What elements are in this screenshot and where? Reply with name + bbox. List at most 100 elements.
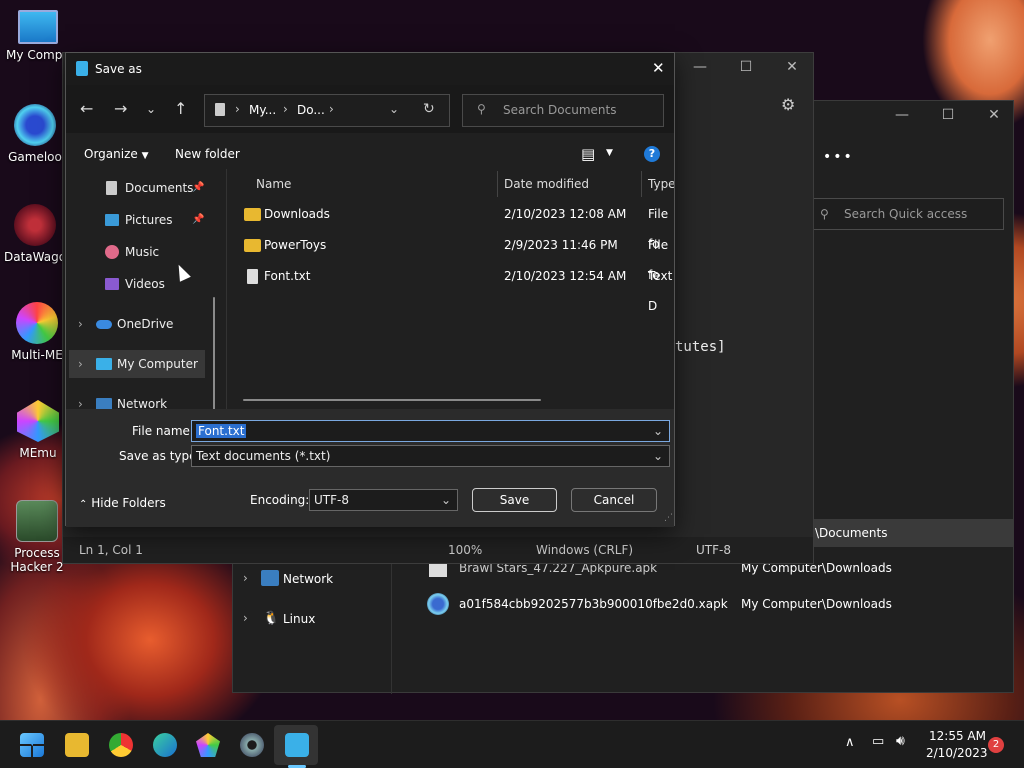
save-as-dialog[interactable]: Save as ✕ ← → ⌄ ↑ › My... › Do... › ⌄ ↻ … <box>65 52 675 527</box>
tree-item-network[interactable]: Network <box>283 572 333 586</box>
minimize-button[interactable]: — <box>677 59 723 75</box>
close-icon[interactable]: ✕ <box>652 59 665 77</box>
table-row[interactable]: PowerToys 2/9/2023 11:46 PM File fo <box>226 230 674 282</box>
recent-chevron-icon[interactable]: ⌄ <box>146 102 156 116</box>
more-options-button[interactable]: ••• <box>823 149 854 165</box>
tree-scrollbar[interactable] <box>213 297 215 409</box>
file-name-field[interactable]: Font.txt ⌄ <box>191 420 670 442</box>
column-divider[interactable] <box>641 171 642 197</box>
hide-folders-button[interactable]: ⌃ Hide Folders <box>79 496 166 510</box>
desktop-icon-gameloop[interactable]: Gameloo <box>0 104 70 164</box>
new-folder-button[interactable]: New folder <box>175 147 240 161</box>
process-hacker-icon <box>16 500 58 542</box>
breadcrumb-item[interactable]: My... <box>249 103 276 117</box>
chevron-down-icon[interactable]: ⌄ <box>653 421 663 441</box>
tree-item-label: My Computer <box>117 357 198 371</box>
gear-icon[interactable]: ⚙ <box>781 95 795 114</box>
memu-taskbar-icon[interactable] <box>196 733 220 757</box>
navigation-tree: Documents 📌 Pictures 📌 Music Videos › On… <box>66 169 221 409</box>
file-date: 2/10/2023 12:54 AM <box>504 269 627 283</box>
tree-item-label: Videos <box>125 277 165 291</box>
column-divider[interactable] <box>497 171 498 197</box>
save-type-label: Save as type: <box>119 449 201 463</box>
save-type-select[interactable]: Text documents (*.txt) ⌄ <box>191 445 670 467</box>
gameloop-icon <box>14 104 56 146</box>
cloud-icon <box>96 320 112 329</box>
edge-icon[interactable] <box>153 733 177 757</box>
file-location: \Documents <box>815 526 888 540</box>
tree-item-documents[interactable]: Documents 📌 <box>66 174 206 202</box>
search-placeholder: Search Quick access <box>844 207 968 221</box>
quick-access-search-input[interactable]: ⚲ Search Quick access <box>811 198 1004 230</box>
help-icon[interactable]: ? <box>644 146 660 162</box>
dialog-toolbar: Organize ▼ New folder ▤ ▼ ? <box>66 139 674 169</box>
search-input[interactable]: ⚲ Search Documents <box>462 94 664 127</box>
maximize-button[interactable]: ☐ <box>723 59 769 75</box>
start-icon[interactable] <box>20 733 44 757</box>
column-header-date[interactable]: Date modified <box>504 170 589 198</box>
file-explorer-icon[interactable] <box>65 733 89 757</box>
tree-item-music[interactable]: Music <box>66 238 206 266</box>
clock-time[interactable]: 12:55 AM <box>929 729 986 743</box>
volume-icon[interactable]: 🔊︎ <box>896 733 905 749</box>
forward-arrow-icon[interactable]: → <box>114 99 127 118</box>
monitor-icon <box>96 358 112 370</box>
close-button[interactable]: ✕ <box>769 59 815 75</box>
expand-chevron-icon[interactable]: › <box>243 571 248 585</box>
dialog-bottom-panel: File name: Font.txt ⌄ Save as type: Text… <box>66 409 674 527</box>
cancel-button[interactable]: Cancel <box>571 488 657 512</box>
minimize-button[interactable]: — <box>879 107 925 123</box>
organize-button[interactable]: Organize ▼ <box>84 147 149 161</box>
resize-grip-icon[interactable]: ⋰ <box>664 513 673 523</box>
column-header-name[interactable]: Name <box>256 170 291 198</box>
caret-down-icon[interactable]: ▼ <box>606 148 613 158</box>
file-name-label: File name: <box>132 424 194 438</box>
organize-label: Organize <box>84 147 138 161</box>
maximize-button[interactable]: ☐ <box>925 107 971 123</box>
breadcrumb-separator-icon: › <box>329 102 334 116</box>
expand-chevron-icon[interactable]: › <box>78 350 83 378</box>
chevron-down-icon[interactable]: ⌄ <box>441 490 451 510</box>
tree-item-linux[interactable]: Linux <box>283 612 315 626</box>
column-header-type[interactable]: Type <box>648 170 674 198</box>
back-arrow-icon[interactable]: ← <box>80 99 93 118</box>
gear-icon[interactable] <box>240 733 264 757</box>
chevron-down-icon[interactable]: ⌄ <box>389 102 399 116</box>
chevron-up-icon[interactable]: ∧ <box>845 735 855 750</box>
up-arrow-icon[interactable]: ↑ <box>174 99 187 118</box>
refresh-icon[interactable]: ↻ <box>423 101 435 117</box>
encoding-select[interactable]: UTF-8 ⌄ <box>309 489 458 511</box>
file-type: Text D <box>648 269 673 313</box>
clock-date[interactable]: 2/10/2023 <box>926 746 988 760</box>
table-row[interactable]: Downloads 2/10/2023 12:08 AM File fo <box>226 199 674 251</box>
tree-item-network[interactable]: › Network <box>66 390 206 409</box>
tree-item-onedrive[interactable]: › OneDrive <box>66 310 206 338</box>
desktop-icon-datawagon[interactable]: DataWago <box>0 204 70 264</box>
notepad-taskbar-icon[interactable] <box>285 733 309 757</box>
tree-item-my-computer[interactable]: › My Computer <box>69 350 205 378</box>
notification-badge[interactable]: 2 <box>988 737 1004 753</box>
view-options-icon[interactable]: ▤ <box>581 145 595 163</box>
table-row[interactable]: Font.txt 2/10/2023 12:54 AM Text D <box>226 261 674 313</box>
file-name[interactable]: a01f584cbb9202577b3b900010fbe2d0.xapk <box>459 597 728 611</box>
file-list: ^ Name Date modified Type Downloads 2/10… <box>226 169 674 409</box>
chevron-down-icon[interactable]: ⌄ <box>653 446 663 466</box>
music-icon <box>105 245 119 259</box>
zoom-level: 100% <box>448 543 483 557</box>
tree-item-pictures[interactable]: Pictures 📌 <box>66 206 206 234</box>
file-date: 2/9/2023 11:46 PM <box>504 238 618 252</box>
encoding-label: Encoding: <box>250 493 310 507</box>
linux-icon: 🐧 <box>263 611 280 626</box>
chrome-icon[interactable] <box>109 733 133 757</box>
expand-chevron-icon[interactable]: › <box>78 310 83 338</box>
horizontal-scrollbar[interactable] <box>243 399 541 401</box>
close-button[interactable]: ✕ <box>971 107 1017 123</box>
multi-memu-icon <box>16 302 58 344</box>
search-icon: ⚲ <box>820 207 829 221</box>
address-bar[interactable]: › My... › Do... › ⌄ ↻ <box>204 94 450 127</box>
save-button[interactable]: Save <box>472 488 557 512</box>
expand-chevron-icon[interactable]: › <box>243 611 248 625</box>
breadcrumb-item[interactable]: Do... <box>297 103 325 117</box>
network-status-icon[interactable]: ▭ <box>872 734 884 749</box>
expand-chevron-icon[interactable]: › <box>78 390 83 409</box>
